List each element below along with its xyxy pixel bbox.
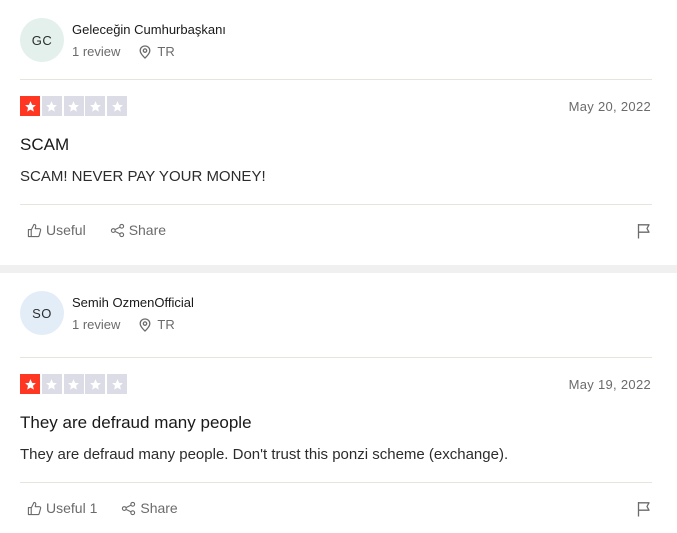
star-icon [20, 374, 40, 394]
report-button[interactable] [637, 501, 651, 522]
location-pin-icon [139, 44, 151, 59]
star-icon [63, 374, 84, 394]
star-rating [20, 96, 129, 116]
star-icon [85, 96, 106, 116]
reviewer-header: GC Geleceğin Cumhurbaşkanı 1 review TR [20, 18, 226, 62]
location-pin-icon [139, 317, 151, 332]
review-date: May 20, 2022 [568, 99, 651, 114]
thumbs-up-icon [27, 223, 42, 237]
review-date: May 19, 2022 [568, 377, 651, 392]
review-actions: Useful 1 Share [27, 500, 202, 516]
review-body: They are defraud many people. Don't trus… [20, 446, 509, 463]
divider [20, 357, 652, 358]
avatar[interactable]: SO [20, 291, 64, 335]
review-title[interactable]: SCAM [20, 135, 69, 155]
reviewer-country: TR [157, 44, 175, 59]
share-label: Share [140, 500, 178, 516]
star-rating [20, 374, 129, 394]
flag-icon [637, 502, 650, 517]
useful-button[interactable]: Useful [27, 222, 86, 238]
useful-button[interactable]: Useful 1 [27, 500, 97, 516]
review-card: SO Semih OzmenOfficial 1 review TR May 1… [0, 273, 677, 533]
reviewer-name[interactable]: Semih OzmenOfficial [72, 294, 194, 312]
reviewer-country: TR [157, 317, 175, 332]
share-button[interactable]: Share [121, 500, 178, 516]
reviewer-header: SO Semih OzmenOfficial 1 review TR [20, 291, 194, 335]
star-icon [20, 96, 40, 116]
star-icon [41, 374, 62, 394]
share-icon [110, 223, 124, 237]
review-actions: Useful Share [27, 222, 190, 238]
review-card: GC Geleceğin Cumhurbaşkanı 1 review TR M… [0, 0, 677, 265]
share-icon [122, 501, 136, 515]
report-button[interactable] [637, 223, 651, 244]
review-count: 1 review [72, 317, 121, 332]
useful-label: Useful 1 [46, 500, 98, 516]
divider [20, 79, 652, 80]
review-count: 1 review [72, 44, 121, 59]
star-icon [63, 96, 84, 116]
card-separator [0, 265, 677, 273]
useful-label: Useful [46, 222, 86, 238]
avatar[interactable]: GC [20, 18, 64, 62]
share-label: Share [128, 222, 167, 238]
star-icon [85, 374, 106, 394]
reviewer-name[interactable]: Geleceğin Cumhurbaşkanı [72, 21, 226, 39]
star-icon [41, 96, 62, 116]
thumbs-up-icon [27, 501, 42, 515]
flag-icon [637, 224, 650, 239]
review-title[interactable]: They are defraud many people [20, 413, 252, 433]
divider [20, 482, 652, 483]
star-icon [107, 374, 128, 394]
review-body: SCAM! NEVER PAY YOUR MONEY! [20, 168, 266, 185]
divider [20, 204, 652, 205]
star-icon [107, 96, 128, 116]
share-button[interactable]: Share [110, 222, 166, 238]
